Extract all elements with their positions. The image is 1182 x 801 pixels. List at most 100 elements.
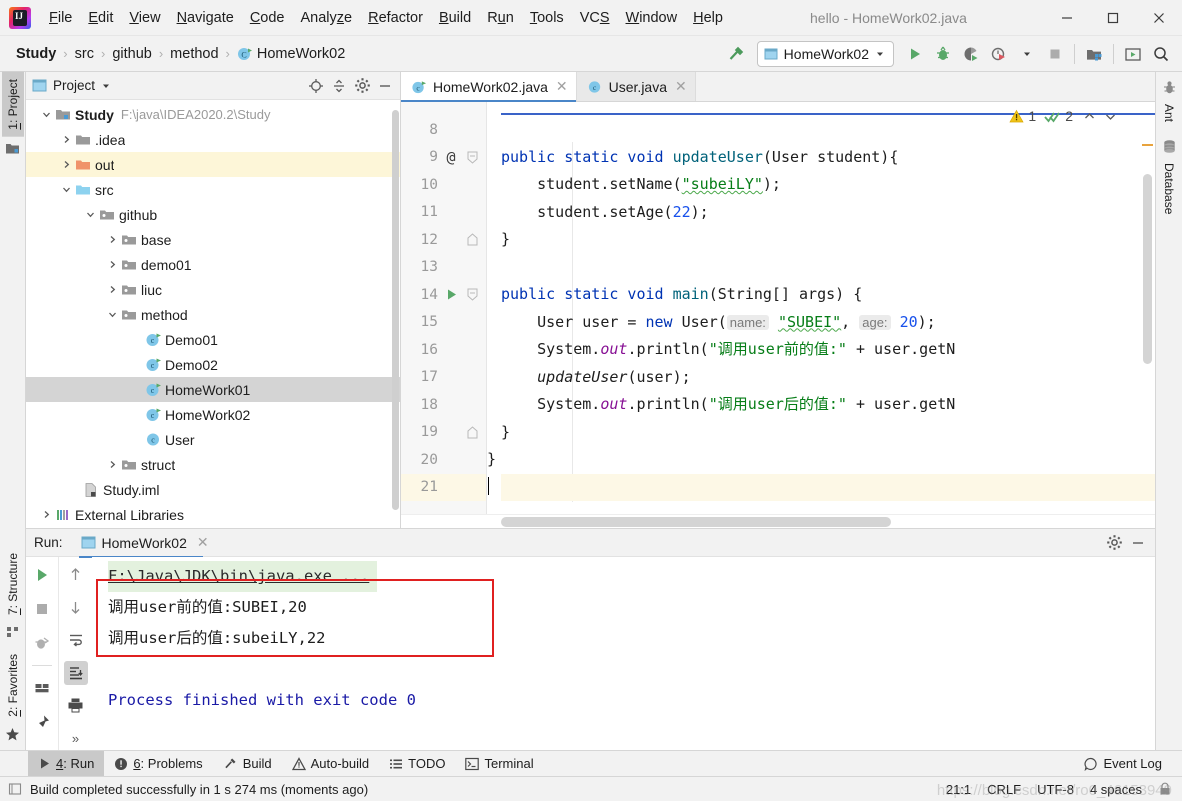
locate-icon[interactable] xyxy=(305,75,327,97)
fold-open-icon[interactable] xyxy=(461,288,483,301)
next-problem-icon[interactable] xyxy=(1104,110,1117,123)
settings-gear-icon[interactable] xyxy=(1103,532,1125,554)
collapse-all-icon[interactable] xyxy=(328,75,350,97)
prev-problem-icon[interactable] xyxy=(1083,110,1096,123)
tree-row-src[interactable]: src xyxy=(26,177,400,202)
file-encoding[interactable]: UTF-8 xyxy=(1037,782,1074,797)
menu-help[interactable]: Help xyxy=(685,0,731,35)
bottom-tab-run[interactable]: 4: Run xyxy=(28,751,105,776)
print-button[interactable] xyxy=(64,694,88,718)
editor-gutter[interactable]: 8 9 @ 10 11 12 13 14 15 16 17 18 19 20 2… xyxy=(401,102,487,514)
menu-navigate[interactable]: Navigate xyxy=(169,0,242,35)
breadcrumb-study[interactable]: Study xyxy=(12,44,60,64)
rerun-button[interactable] xyxy=(30,563,54,587)
sidebar-item-database[interactable]: Database xyxy=(1158,156,1180,221)
menu-code[interactable]: Code xyxy=(242,0,293,35)
chevron-right-icon[interactable] xyxy=(104,460,120,469)
menu-run[interactable]: Run xyxy=(479,0,522,35)
chevron-down-icon[interactable] xyxy=(38,110,54,119)
console-command-text[interactable]: F:\Java\JDK\bin\java.exe ... xyxy=(108,561,378,592)
menu-build[interactable]: Build xyxy=(431,0,479,35)
chevron-right-icon[interactable] xyxy=(58,160,74,169)
menu-vcs[interactable]: VCS xyxy=(572,0,618,35)
event-log-button[interactable]: Event Log xyxy=(1074,756,1172,771)
settings-gear-icon[interactable] xyxy=(351,75,373,97)
line-separator[interactable]: CRLF xyxy=(987,782,1021,797)
profiler-button[interactable] xyxy=(986,41,1012,67)
close-icon[interactable]: ✕ xyxy=(197,534,209,551)
run-console[interactable]: F:\Java\JDK\bin\java.exe ... 调用user前的值:S… xyxy=(92,557,1155,750)
build-hammer-icon[interactable] xyxy=(723,41,749,67)
bottom-tab-problems[interactable]: 6: Problems xyxy=(104,751,212,776)
chevron-right-icon[interactable] xyxy=(58,135,74,144)
chevron-down-icon[interactable] xyxy=(101,81,111,91)
tree-row-liuc[interactable]: liuc xyxy=(26,277,400,302)
debug-button[interactable] xyxy=(930,41,956,67)
lock-icon[interactable] xyxy=(1158,782,1172,796)
chevron-down-icon[interactable] xyxy=(82,210,98,219)
tree-row-user[interactable]: c User xyxy=(26,427,400,452)
tree-row-method[interactable]: method xyxy=(26,302,400,327)
run-tab-homework02[interactable]: HomeWork02 ✕ xyxy=(75,531,215,558)
editor-viewport[interactable]: 8 9 @ 10 11 12 13 14 15 16 17 18 19 20 2… xyxy=(401,102,1155,514)
notification-icon[interactable] xyxy=(8,782,22,796)
soft-wrap-button[interactable] xyxy=(64,628,88,652)
tree-row-demo01-class[interactable]: c Demo01 xyxy=(26,327,400,352)
chevron-right-icon[interactable] xyxy=(104,260,120,269)
more-button[interactable]: » xyxy=(64,726,88,750)
scroll-up-button[interactable] xyxy=(64,563,88,587)
hide-icon[interactable] xyxy=(1127,532,1149,554)
menu-edit[interactable]: Edit xyxy=(80,0,121,35)
project-tree-scrollbar[interactable] xyxy=(392,110,399,510)
tree-row-study-iml[interactable]: Study.iml xyxy=(26,477,400,502)
close-button[interactable] xyxy=(1136,0,1182,36)
editor-horizontal-scrollbar[interactable] xyxy=(501,517,891,527)
breadcrumb-src[interactable]: src xyxy=(71,44,98,64)
run-configuration-selector[interactable]: HomeWork02 xyxy=(756,40,894,67)
breadcrumb-method[interactable]: method xyxy=(166,44,222,64)
search-everywhere-button[interactable] xyxy=(1148,41,1174,67)
chevron-down-icon[interactable] xyxy=(58,185,74,194)
breadcrumb-github[interactable]: github xyxy=(108,44,156,64)
fold-open-icon[interactable] xyxy=(461,151,483,164)
sidebar-item-project[interactable]: 1: Project xyxy=(1,72,24,137)
inspections-widget[interactable]: 1 2 xyxy=(1009,108,1117,124)
hide-icon[interactable] xyxy=(374,75,396,97)
tree-row-demo02-class[interactable]: c Demo02 xyxy=(26,352,400,377)
select-run-button[interactable] xyxy=(1014,41,1040,67)
tree-row-out[interactable]: out xyxy=(26,152,400,177)
editor-vertical-scrollbar[interactable] xyxy=(1143,174,1152,364)
scroll-to-end-button[interactable] xyxy=(63,661,88,685)
tab-user-java[interactable]: c User.java ✕ xyxy=(576,72,696,101)
run-button[interactable] xyxy=(902,41,928,67)
menu-analyze[interactable]: Analyze xyxy=(293,0,361,35)
sidebar-item-favorites[interactable]: 2: Favorites xyxy=(2,647,24,724)
chevron-down-icon[interactable] xyxy=(104,310,120,319)
run-with-coverage-button[interactable] xyxy=(958,41,984,67)
bottom-tab-terminal[interactable]: Terminal xyxy=(455,751,543,776)
close-icon[interactable]: ✕ xyxy=(556,78,568,95)
tree-row-study[interactable]: Study F:\java\IDEA2020.2\Study xyxy=(26,102,400,127)
menu-window[interactable]: Window xyxy=(618,0,686,35)
pin-button[interactable] xyxy=(30,710,54,734)
minimize-button[interactable] xyxy=(1044,0,1090,36)
tree-row-idea[interactable]: .idea xyxy=(26,127,400,152)
caret-position[interactable]: 21:1 xyxy=(946,782,971,797)
sidebar-item-structure[interactable]: 7: Structure xyxy=(2,546,24,622)
close-icon[interactable]: ✕ xyxy=(675,78,687,95)
menu-refactor[interactable]: Refactor xyxy=(360,0,431,35)
layout-button[interactable] xyxy=(30,676,54,700)
tab-homework02-java[interactable]: c HomeWork02.java ✕ xyxy=(401,72,577,102)
tree-row-external-libraries[interactable]: External Libraries xyxy=(26,502,400,527)
tree-row-demo01[interactable]: demo01 xyxy=(26,252,400,277)
run-line-marker-icon[interactable] xyxy=(441,288,461,301)
menu-view[interactable]: View xyxy=(121,0,168,35)
chevron-right-icon[interactable] xyxy=(104,285,120,294)
tree-row-struct[interactable]: struct xyxy=(26,452,400,477)
stop-button[interactable] xyxy=(1042,41,1068,67)
maximize-button[interactable] xyxy=(1090,0,1136,36)
bottom-tab-build[interactable]: Build xyxy=(213,751,282,776)
code-editor[interactable]: public class HomeWork02 { public static … xyxy=(487,102,1155,514)
breadcrumb-homework02[interactable]: C HomeWork02 xyxy=(233,44,349,64)
fold-close-icon[interactable] xyxy=(461,233,483,246)
